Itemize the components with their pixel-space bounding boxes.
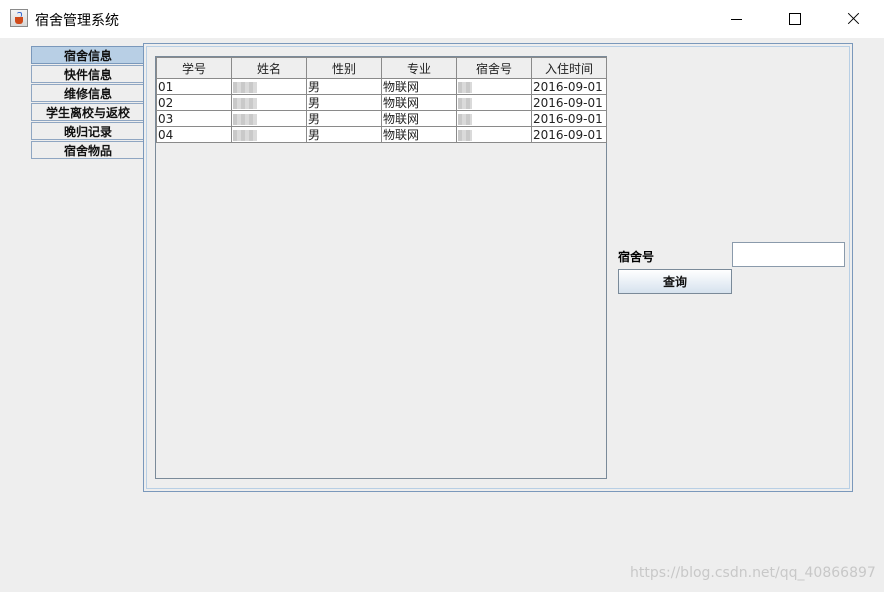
maximize-button[interactable] xyxy=(766,0,824,38)
table-cell[interactable]: 男 xyxy=(306,78,382,95)
table-cell[interactable]: 04 xyxy=(156,126,232,143)
table-row[interactable]: 01 男 物联网 2016-09-01 xyxy=(156,78,607,95)
table-cell[interactable]: 2016-09-01 xyxy=(531,126,607,143)
table-cell[interactable] xyxy=(456,78,532,95)
tab-repair-info[interactable]: 维修信息 xyxy=(31,84,144,102)
dorm-table[interactable]: 学号 姓名 性别 专业 宿舍号 入住时间 01 男 物联网 2016-09-01… xyxy=(156,57,607,143)
table-cell[interactable] xyxy=(231,94,307,111)
table-cell[interactable]: 03 xyxy=(156,110,232,127)
column-header[interactable]: 姓名 xyxy=(231,57,307,79)
window-title: 宿舍管理系统 xyxy=(35,13,119,29)
blurred-dorm-number xyxy=(458,97,472,109)
blurred-name xyxy=(233,81,257,93)
dorm-number-label: 宿舍号 xyxy=(618,250,655,264)
column-header[interactable]: 学号 xyxy=(156,57,232,79)
tab-parcel-info[interactable]: 快件信息 xyxy=(31,65,144,83)
table-cell[interactable] xyxy=(456,126,532,143)
table-cell[interactable] xyxy=(231,126,307,143)
watermark: https://blog.csdn.net/qq_40866897 xyxy=(630,565,876,581)
tab-late-return[interactable]: 晚归记录 xyxy=(31,122,144,140)
column-header[interactable]: 宿舍号 xyxy=(456,57,532,79)
dorm-table-scrollpane[interactable]: 学号 姓名 性别 专业 宿舍号 入住时间 01 男 物联网 2016-09-01… xyxy=(155,56,607,479)
vertical-tab-bar: 宿舍信息 快件信息 维修信息 学生离校与返校 晚归记录 宿舍物品 xyxy=(31,46,144,160)
table-row[interactable]: 02 男 物联网 2016-09-01 xyxy=(156,94,607,111)
table-header-row: 学号 姓名 性别 专业 宿舍号 入住时间 xyxy=(156,57,607,79)
blurred-dorm-number xyxy=(458,129,472,141)
table-cell[interactable]: 02 xyxy=(156,94,232,111)
table-cell[interactable]: 物联网 xyxy=(381,126,457,143)
table-cell[interactable]: 物联网 xyxy=(381,94,457,111)
column-header[interactable]: 性别 xyxy=(306,57,382,79)
blurred-name xyxy=(233,113,257,125)
table-cell[interactable]: 男 xyxy=(306,110,382,127)
blurred-dorm-number xyxy=(458,81,472,93)
java-app-icon xyxy=(10,9,28,27)
minimize-button[interactable] xyxy=(708,0,766,38)
tab-dorm-items[interactable]: 宿舍物品 xyxy=(31,141,144,159)
table-cell[interactable] xyxy=(231,110,307,127)
tab-leave-return[interactable]: 学生离校与返校 xyxy=(31,103,144,121)
table-cell[interactable]: 男 xyxy=(306,126,382,143)
table-cell[interactable]: 01 xyxy=(156,78,232,95)
column-header[interactable]: 入住时间 xyxy=(531,57,607,79)
close-button[interactable] xyxy=(824,0,882,38)
table-row[interactable]: 03 男 物联网 2016-09-01 xyxy=(156,110,607,127)
table-cell[interactable]: 男 xyxy=(306,94,382,111)
table-row[interactable]: 04 男 物联网 2016-09-01 xyxy=(156,126,607,143)
dorm-number-input[interactable] xyxy=(732,242,845,267)
table-cell[interactable]: 物联网 xyxy=(381,78,457,95)
table-cell[interactable]: 2016-09-01 xyxy=(531,110,607,127)
table-cell[interactable]: 2016-09-01 xyxy=(531,78,607,95)
blurred-name xyxy=(233,97,257,109)
table-cell[interactable]: 2016-09-01 xyxy=(531,94,607,111)
blurred-name xyxy=(233,129,257,141)
table-cell[interactable]: 物联网 xyxy=(381,110,457,127)
table-cell[interactable] xyxy=(231,78,307,95)
title-bar: 宿舍管理系统 xyxy=(0,0,884,38)
blurred-dorm-number xyxy=(458,113,472,125)
tab-dorm-info[interactable]: 宿舍信息 xyxy=(31,46,144,64)
query-button[interactable]: 查询 xyxy=(618,269,732,294)
column-header[interactable]: 专业 xyxy=(381,57,457,79)
table-cell[interactable] xyxy=(456,94,532,111)
table-cell[interactable] xyxy=(456,110,532,127)
